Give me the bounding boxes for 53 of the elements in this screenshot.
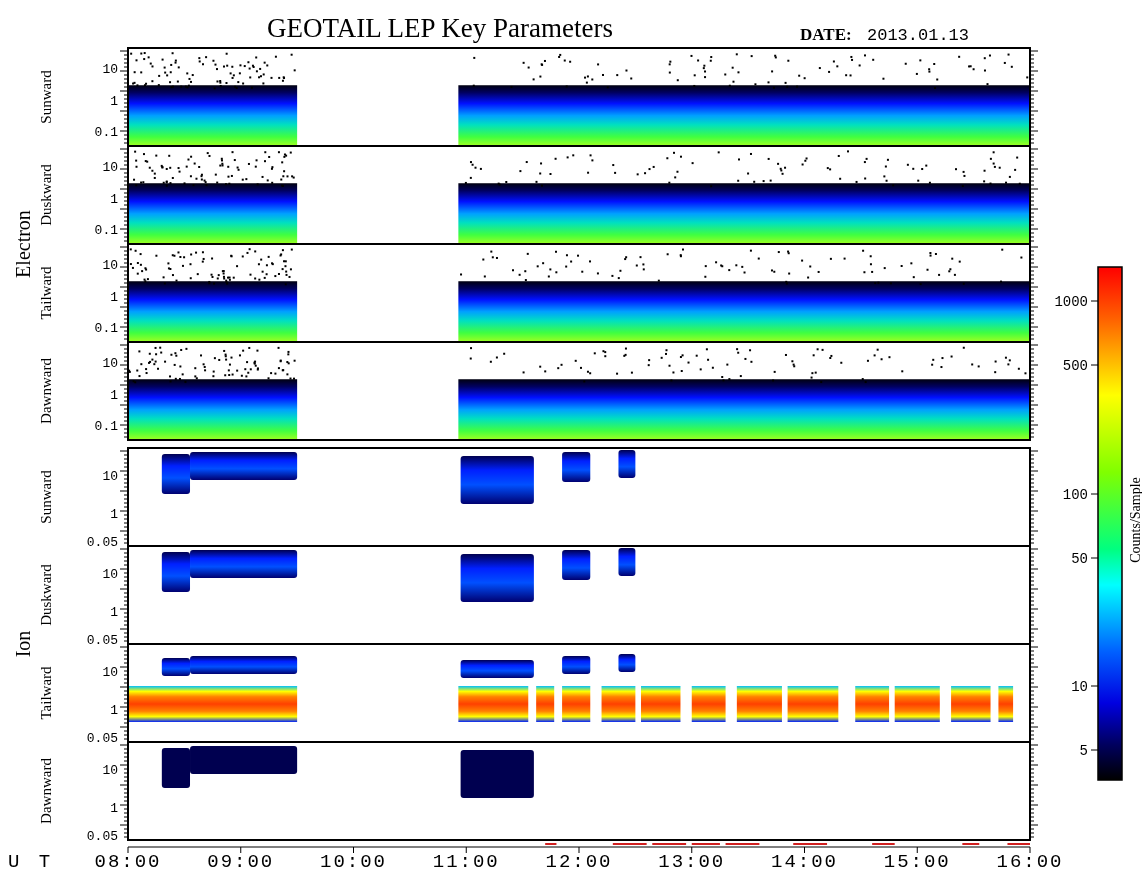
time-axis-label: U T: [8, 851, 55, 873]
colorbar-tick-label: 10: [1071, 679, 1088, 695]
panel-label: Duskward: [38, 564, 54, 626]
y-tick-label: 0.1: [94, 419, 118, 434]
panel-label: Dawnward: [38, 358, 54, 424]
time-tick-label: 09:00: [207, 851, 275, 873]
y-tick-label: 1: [110, 507, 118, 522]
y-tick-label: 10: [102, 258, 118, 273]
time-tick-label: 14:00: [771, 851, 838, 873]
date-label: DATE:: [800, 25, 852, 44]
y-tick-label: 0.1: [94, 223, 118, 238]
colorbar-tick-label: 500: [1062, 358, 1088, 374]
y-tick-label: 1: [110, 94, 118, 109]
colorbar-tick-label: 1000: [1054, 294, 1088, 310]
y-tick-label: 0.1: [94, 321, 118, 336]
y-tick-label: 10: [102, 665, 118, 680]
y-tick-label: 10: [102, 62, 118, 77]
y-tick-label: 10: [102, 356, 118, 371]
date-value: 2013.01.13: [867, 26, 970, 45]
panel-label: Dawnward: [38, 758, 54, 824]
y-tick-label: 0.05: [86, 633, 118, 648]
colorbar-tick-label: 5: [1079, 743, 1088, 759]
panel-label: Sunward: [38, 70, 54, 124]
y-tick-label: 1: [110, 703, 118, 718]
y-tick-label: 0.05: [86, 731, 118, 746]
time-tick-label: 13:00: [658, 851, 726, 873]
time-tick-label: 08:00: [94, 851, 162, 873]
colorbar-tick-label: 100: [1062, 487, 1088, 503]
time-tick-label: 15:00: [883, 851, 951, 873]
y-tick-label: 1: [110, 192, 118, 207]
y-tick-label: 10: [102, 763, 118, 778]
time-tick-label: 16:00: [996, 851, 1064, 873]
plot-title: GEOTAIL LEP Key Parameters: [267, 13, 613, 43]
group-label: Ion: [12, 630, 34, 658]
y-tick-label: 0.1: [94, 125, 118, 140]
y-tick-label: 10: [102, 160, 118, 175]
y-tick-label: 1: [110, 605, 118, 620]
panel-label: Tailward: [38, 666, 54, 720]
y-tick-label: 10: [102, 567, 118, 582]
y-tick-label: 0.05: [86, 829, 118, 844]
y-tick-label: 10: [102, 469, 118, 484]
group-label: Electron: [12, 210, 34, 278]
time-tick-label: 12:00: [545, 851, 613, 873]
colorbar-tick-label: 50: [1071, 551, 1088, 567]
y-tick-label: 1: [110, 801, 118, 816]
panel-label: Duskward: [38, 164, 54, 226]
y-tick-label: 1: [110, 388, 118, 403]
time-tick-label: 11:00: [432, 851, 500, 873]
panel-label: Sunward: [38, 470, 54, 524]
time-tick-label: 10:00: [320, 851, 387, 873]
panel-label: Tailward: [38, 266, 54, 320]
y-tick-label: 0.05: [86, 535, 118, 550]
y-tick-label: 1: [110, 290, 118, 305]
